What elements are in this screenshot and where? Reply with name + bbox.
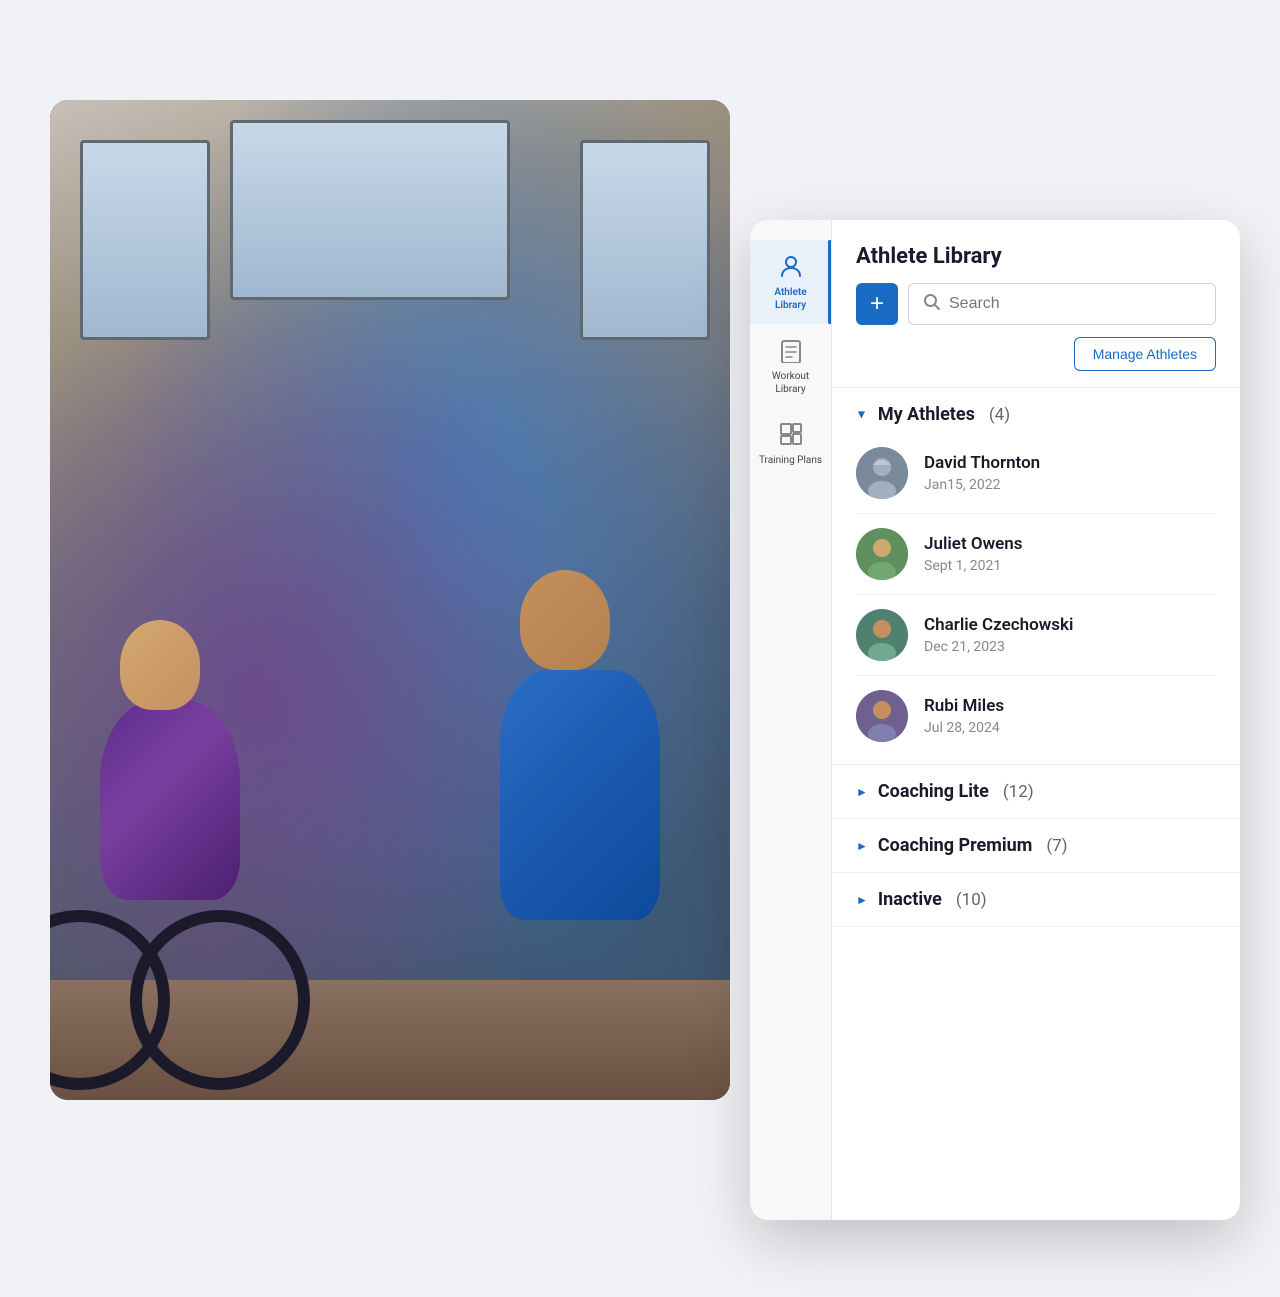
wheel-front xyxy=(130,910,310,1090)
manage-athletes-button[interactable]: Manage Athletes xyxy=(1074,337,1216,371)
header-actions: + xyxy=(856,283,1216,325)
coach-shirt xyxy=(500,670,660,920)
athlete-date-charlie: Dec 21, 2023 xyxy=(924,639,1073,655)
search-box xyxy=(908,283,1216,325)
coaching-lite-section[interactable]: ► Coaching Lite (12) xyxy=(832,765,1240,819)
athlete-item-david[interactable]: David Thornton Jan15, 2022 xyxy=(856,433,1216,514)
sidebar-item-athlete-library[interactable]: Athlete Library xyxy=(750,240,831,324)
avatar-charlie xyxy=(856,609,908,661)
coaching-premium-count: (7) xyxy=(1046,836,1067,856)
sidebar-item-training-plans[interactable]: Training Plans xyxy=(750,408,831,479)
photo-background xyxy=(50,100,730,1100)
window-center xyxy=(230,120,510,300)
sections-container: ► My Athletes (4) xyxy=(832,388,1240,1220)
coach-head xyxy=(520,570,610,670)
athlete-item-rubi[interactable]: Rubi Miles Jul 28, 2024 xyxy=(856,676,1216,756)
inactive-section[interactable]: ► Inactive (10) xyxy=(832,873,1240,927)
my-athletes-title: My Athletes xyxy=(878,404,975,425)
athlete-info-juliet: Juliet Owens Sept 1, 2021 xyxy=(924,534,1023,574)
athletes-list: David Thornton Jan15, 2022 xyxy=(832,433,1240,764)
page-title: Athlete Library xyxy=(856,244,1216,269)
athlete-date-rubi: Jul 28, 2024 xyxy=(924,720,1004,736)
athlete-date-juliet: Sept 1, 2021 xyxy=(924,558,1023,574)
athlete-info-david: David Thornton Jan15, 2022 xyxy=(924,453,1040,493)
my-athletes-count: (4) xyxy=(989,405,1010,425)
coaching-premium-chevron: ► xyxy=(856,839,868,853)
search-input[interactable] xyxy=(949,295,1201,313)
inactive-chevron: ► xyxy=(856,893,868,907)
avatar-img-rubi xyxy=(856,690,908,742)
workout-library-icon xyxy=(777,336,805,364)
coaching-premium-title: Coaching Premium xyxy=(878,835,1032,856)
search-icon xyxy=(923,293,941,316)
athlete-name-juliet: Juliet Owens xyxy=(924,534,1023,554)
add-athlete-button[interactable]: + xyxy=(856,283,898,325)
athlete-item-juliet[interactable]: Juliet Owens Sept 1, 2021 xyxy=(856,514,1216,595)
coaching-lite-title: Coaching Lite xyxy=(878,781,989,802)
avatar-img-charlie xyxy=(856,609,908,661)
window-left xyxy=(80,140,210,340)
my-athletes-section: ► My Athletes (4) xyxy=(832,388,1240,765)
athlete-name-rubi: Rubi Miles xyxy=(924,696,1004,716)
avatar-david xyxy=(856,447,908,499)
my-athletes-header[interactable]: ► My Athletes (4) xyxy=(832,388,1240,433)
athlete-info-charlie: Charlie Czechowski Dec 21, 2023 xyxy=(924,615,1073,655)
sidebar-item-athlete-label: Athlete Library xyxy=(758,286,823,312)
coach-person xyxy=(490,500,730,1100)
inactive-count: (10) xyxy=(956,890,987,910)
coaching-lite-count: (12) xyxy=(1003,782,1034,802)
sidebar-item-training-label: Training Plans xyxy=(759,454,822,467)
coaching-lite-chevron: ► xyxy=(856,785,868,799)
active-indicator xyxy=(828,240,831,324)
athlete-library-icon xyxy=(777,252,805,280)
panel-header: Athlete Library + Manage Athletes xyxy=(832,220,1240,388)
athlete-name-david: David Thornton xyxy=(924,453,1040,473)
main-content: Athlete Library + Manage Athletes xyxy=(832,220,1240,1220)
sidebar-item-workout-library[interactable]: Workout Library xyxy=(750,324,831,408)
cyclist-head xyxy=(120,620,200,710)
cyclist-jersey xyxy=(100,700,240,900)
coaching-premium-section[interactable]: ► Coaching Premium (7) xyxy=(832,819,1240,873)
athlete-date-david: Jan15, 2022 xyxy=(924,477,1040,493)
training-plans-icon xyxy=(777,420,805,448)
app-panel: Athlete Library Workout Library xyxy=(750,220,1240,1220)
my-athletes-chevron: ► xyxy=(855,409,869,421)
avatar-img-juliet xyxy=(856,528,908,580)
avatar-juliet xyxy=(856,528,908,580)
inactive-title: Inactive xyxy=(878,889,942,910)
athlete-name-charlie: Charlie Czechowski xyxy=(924,615,1073,635)
avatar-img-david xyxy=(856,447,908,499)
window-right xyxy=(580,140,710,340)
athlete-info-rubi: Rubi Miles Jul 28, 2024 xyxy=(924,696,1004,736)
avatar-rubi xyxy=(856,690,908,742)
athlete-item-charlie[interactable]: Charlie Czechowski Dec 21, 2023 xyxy=(856,595,1216,676)
cyclist-person xyxy=(70,600,330,1100)
sidebar: Athlete Library Workout Library xyxy=(750,220,832,1220)
sidebar-item-workout-label: Workout Library xyxy=(758,370,823,396)
